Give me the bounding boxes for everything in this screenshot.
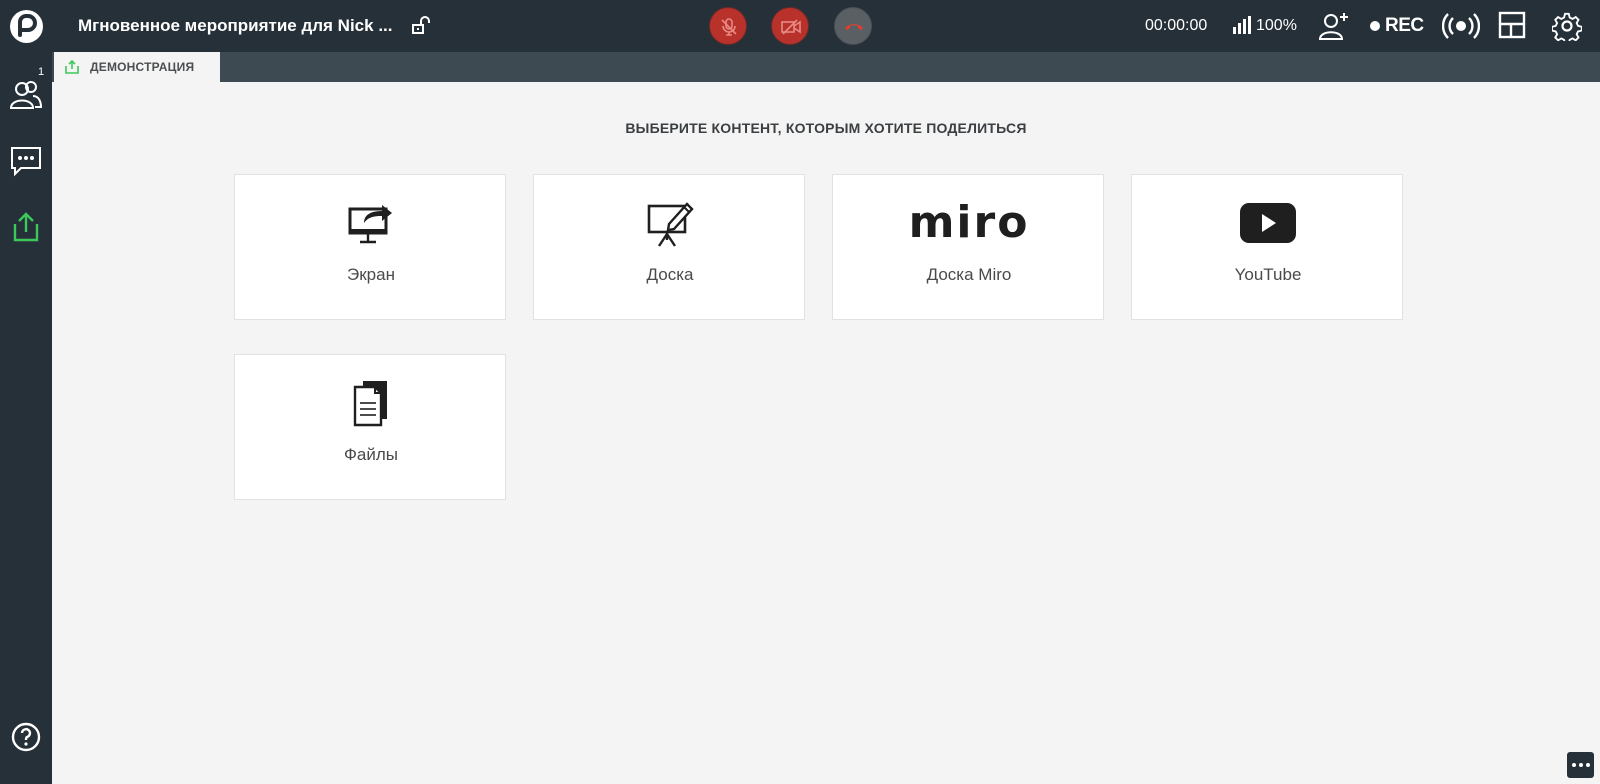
more-options-button[interactable] [1567,752,1594,778]
chat-button[interactable] [9,144,43,178]
record-button[interactable]: REC [1370,15,1424,37]
microphone-off-icon [721,18,737,36]
share-upload-icon [65,59,79,74]
miro-board-card[interactable]: miro Доска Miro [832,174,1104,320]
top-bar: Мгновенное мероприятие для Nick ... 00:0… [0,0,1600,52]
tab-demonstration[interactable]: ДЕМОНСТРАЦИЯ [54,52,220,82]
unlock-icon[interactable] [410,15,432,37]
dot-icon [1571,763,1576,767]
whiteboard-card[interactable]: Доска [533,174,805,320]
chat-icon [11,147,41,177]
miro-logo-text: miro [908,197,1030,248]
files-card[interactable]: Файлы [234,354,506,500]
participants-icon [9,81,43,109]
miro-logo: miro [833,197,1105,249]
share-screen-card[interactable]: Экран [234,174,506,320]
app-logo[interactable] [10,10,43,43]
settings-gear-icon[interactable] [1552,11,1582,41]
connection-quality: 100% [1256,17,1297,34]
youtube-card[interactable]: YouTube [1131,174,1403,320]
broadcast-icon[interactable] [1442,11,1480,41]
youtube-icon [1132,197,1404,249]
share-upload-icon [13,212,39,242]
whiteboard-icon [534,197,806,249]
card-label: Доска [646,265,694,284]
participants-count-badge: 1 [38,66,45,78]
camera-off-icon [781,19,801,35]
card-label: Файлы [343,445,398,464]
help-button[interactable] [9,720,43,754]
record-label: REC [1385,15,1424,36]
camera-toggle-button[interactable] [771,7,809,45]
screen-sharing-button[interactable] [9,210,43,244]
card-label: YouTube [1234,265,1302,284]
tab-strip [52,52,1600,82]
call-timer: 00:00:00 [1145,17,1208,34]
participants-button[interactable] [9,78,43,112]
card-label: Экран [347,265,395,284]
help-icon [11,722,41,752]
record-dot-icon [1370,21,1380,31]
phone-hangup-icon [845,24,863,30]
signal-strength-icon [1233,16,1251,34]
tab-label: ДЕМОНСТРАЦИЯ [90,60,195,74]
dot-icon [1585,763,1590,767]
screen-share-icon [235,197,507,249]
mute-microphone-button[interactable] [709,7,747,45]
hang-up-button[interactable] [834,7,872,45]
share-content-area: ВЫБЕРИТЕ КОНТЕНТ, КОТОРЫМ ХОТИТЕ ПОДЕЛИТ… [52,82,1600,784]
page-title: ВЫБЕРИТЕ КОНТЕНТ, КОТОРЫМ ХОТИТЕ ПОДЕЛИТ… [625,120,1027,136]
dot-icon [1578,763,1583,767]
invite-user-icon[interactable] [1318,11,1350,41]
card-label: Доска Miro [926,265,1012,284]
left-sidebar: 1 [0,52,52,784]
event-title: Мгновенное мероприятие для Nick ... [78,16,393,35]
files-icon [235,377,507,429]
layout-icon[interactable] [1498,11,1526,39]
